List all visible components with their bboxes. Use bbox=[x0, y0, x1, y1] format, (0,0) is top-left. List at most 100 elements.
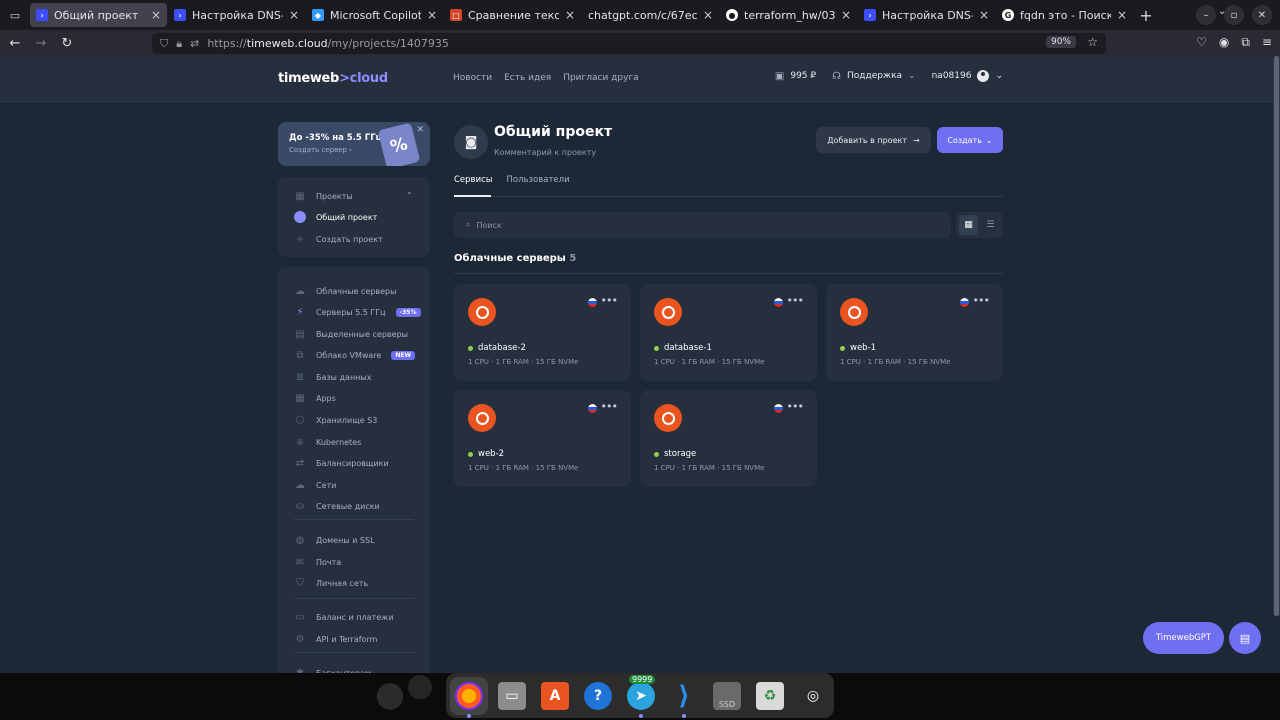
add-to-project-button[interactable]: Добавить в проект → bbox=[816, 127, 931, 153]
sidebar-item[interactable]: ⛉ Личная сеть bbox=[294, 577, 368, 589]
pocket-icon[interactable]: ♡ bbox=[1196, 35, 1207, 50]
browser-tab[interactable]: › Настройка DNS-записе × bbox=[168, 3, 305, 27]
grid-view-icon[interactable]: ▦ bbox=[959, 215, 978, 235]
server-card[interactable]: ••• web-1 1 CPU · 1 ГБ RAM · 15 ГБ NVMe bbox=[826, 284, 1003, 381]
list-view-icon[interactable]: ☰ bbox=[981, 215, 1000, 235]
search-input[interactable]: ⌕ Поиск bbox=[454, 212, 951, 238]
support-dropdown[interactable]: ☊ Поддержка ⌄ bbox=[832, 71, 915, 82]
telegram-icon[interactable]: ➤ 9999 bbox=[622, 674, 660, 718]
more-options-icon[interactable]: ••• bbox=[787, 294, 804, 307]
new-tab-button[interactable]: + bbox=[1134, 6, 1158, 25]
timeweb-logo[interactable]: timeweb>cloud bbox=[278, 71, 388, 86]
files-icon[interactable]: ▭ bbox=[493, 677, 531, 715]
ubuntu-icon[interactable]: ◎ bbox=[794, 677, 832, 715]
browser-tab[interactable]: Gfqdn это - Поиск в Goo × bbox=[996, 3, 1133, 27]
close-tab-icon[interactable]: × bbox=[1117, 8, 1127, 22]
sidebar-item[interactable]: ⬡ Хранилище S3 bbox=[294, 414, 378, 426]
back-icon[interactable]: ← bbox=[2, 36, 28, 51]
header-nav-link[interactable]: Новости bbox=[453, 73, 492, 83]
close-tab-icon[interactable]: × bbox=[841, 8, 851, 22]
trash-icon[interactable]: ♻ bbox=[751, 677, 789, 715]
tab-users[interactable]: Пользователи bbox=[506, 175, 569, 185]
account-icon[interactable]: ◉ bbox=[1219, 35, 1229, 50]
help-icon[interactable]: ? bbox=[579, 677, 617, 715]
project-item-current[interactable]: Общий проект bbox=[294, 211, 377, 223]
promo-link[interactable]: Создать сервер › bbox=[289, 146, 352, 154]
close-tab-icon[interactable]: × bbox=[427, 8, 437, 22]
maximize-button[interactable]: ▫ bbox=[1224, 5, 1244, 25]
sidebar-item[interactable]: ☁ Облачные серверы bbox=[294, 285, 396, 297]
extensions-icon[interactable]: ⧉ bbox=[1241, 35, 1250, 50]
close-tab-icon[interactable]: × bbox=[703, 8, 713, 22]
project-comment[interactable]: Комментарий к проекту bbox=[494, 148, 596, 157]
sidebar-item[interactable]: ◍ Домены и SSL bbox=[294, 534, 375, 546]
close-promo-icon[interactable]: ✕ bbox=[416, 125, 424, 135]
header-nav-link[interactable]: Есть идея bbox=[504, 73, 551, 83]
browser-tab[interactable]: chatgpt.com/c/67ec69a8- × bbox=[582, 3, 719, 27]
close-tab-icon[interactable]: × bbox=[979, 8, 989, 22]
create-button[interactable]: Создать ⌄ bbox=[937, 127, 1003, 153]
more-options-icon[interactable]: ••• bbox=[601, 294, 618, 307]
camera-icon[interactable]: ◙ bbox=[454, 125, 488, 159]
scrollbar-thumb[interactable] bbox=[1274, 56, 1279, 616]
user-menu[interactable]: na08196 ⌄ bbox=[932, 70, 1003, 82]
balance-link[interactable]: ▣ 995 ₽ bbox=[775, 71, 816, 82]
sidebar-item[interactable]: ⎈ Kubernetes bbox=[294, 436, 361, 448]
ssd-icon[interactable]: SSD bbox=[708, 677, 746, 715]
permissions-icon[interactable]: ⇄ bbox=[190, 37, 199, 50]
minimize-button[interactable]: – bbox=[1196, 5, 1216, 25]
sidebar-item[interactable]: ⛀ Сетевые диски bbox=[294, 500, 380, 512]
lock-icon[interactable]: 🔒︎ bbox=[176, 37, 182, 51]
server-card[interactable]: ••• database-1 1 CPU · 1 ГБ RAM · 15 ГБ NV… bbox=[640, 284, 817, 381]
reload-icon[interactable]: ↻ bbox=[54, 36, 80, 51]
sidebar-item[interactable]: ⚡ Серверы 5.5 ГГц -35% bbox=[294, 306, 421, 318]
more-options-icon[interactable]: ••• bbox=[787, 400, 804, 413]
sidebar-item[interactable]: ▤ Выделенные серверы bbox=[294, 328, 408, 340]
create-project-link[interactable]: + Создать проект bbox=[294, 233, 383, 245]
sidebar-item[interactable]: ✉ Почта bbox=[294, 556, 341, 568]
sidebar-item[interactable]: ▭ Баланс и платежи bbox=[294, 611, 393, 623]
appstore-icon[interactable]: A bbox=[536, 677, 574, 715]
projects-toggle[interactable]: ▦ Проекты bbox=[294, 190, 352, 202]
browser-tab[interactable]: › Настройка DNS-запис × bbox=[858, 3, 995, 27]
timewebgpt-button[interactable]: TimewebGPT bbox=[1143, 622, 1224, 654]
firefox-icon[interactable] bbox=[450, 676, 488, 718]
running-indicator bbox=[639, 713, 643, 718]
header-nav-link[interactable]: Пригласи друга bbox=[563, 73, 639, 83]
tab-services[interactable]: Сервисы bbox=[454, 175, 492, 185]
vscode-icon[interactable]: ⟩ bbox=[665, 677, 703, 718]
close-window-button[interactable]: ✕ bbox=[1252, 5, 1272, 25]
sidebar-item[interactable]: ☁ Сети bbox=[294, 479, 336, 491]
bookmark-star-icon[interactable]: ☆ bbox=[1087, 35, 1098, 49]
close-tab-icon[interactable]: × bbox=[151, 8, 161, 22]
address-bar[interactable]: ⛉ 🔒︎ ⇄ https://timeweb.cloud/my/projects… bbox=[152, 33, 1106, 54]
zoom-indicator[interactable]: 90% bbox=[1045, 36, 1076, 48]
server-card[interactable]: ••• web-2 1 CPU · 1 ГБ RAM · 15 ГБ NVMe bbox=[454, 390, 631, 487]
browser-tab[interactable]: › Общий проект × bbox=[30, 3, 167, 27]
sidebar-item[interactable]: ≣ Базы данных bbox=[294, 371, 372, 383]
sidebar-item[interactable]: ⇄ Балансировщики bbox=[294, 457, 389, 469]
page-scrollbar[interactable] bbox=[1273, 56, 1280, 616]
tab-title: Общий проект bbox=[54, 8, 139, 22]
sidebar-item[interactable]: ▦ Apps bbox=[294, 392, 336, 404]
server-card[interactable]: ••• database-2 1 CPU · 1 ГБ RAM · 15 ГБ NV… bbox=[454, 284, 631, 381]
forward-icon[interactable]: → bbox=[28, 36, 54, 51]
more-options-icon[interactable]: ••• bbox=[601, 400, 618, 413]
close-tab-icon[interactable]: × bbox=[289, 8, 299, 22]
shield-icon[interactable]: ⛉ bbox=[160, 37, 168, 51]
sidebar-item[interactable]: ⚙ API и Terraform bbox=[294, 633, 378, 645]
browser-tab[interactable]: □ Сравнение текстов он × bbox=[444, 3, 581, 27]
chevron-down-icon: ⌄ bbox=[995, 71, 1003, 81]
browser-tab[interactable]: ● terraform_hw/03/hw-0 × bbox=[720, 3, 857, 27]
chevron-up-icon[interactable]: ⌃ bbox=[406, 191, 413, 200]
server-card[interactable]: ••• storage 1 CPU · 1 ГБ RAM · 15 ГБ NVMe bbox=[640, 390, 817, 487]
menu-icon[interactable]: ≡ bbox=[1262, 35, 1272, 50]
chat-icon[interactable]: ▤ bbox=[1229, 622, 1261, 654]
browser-tab[interactable]: ◆ Microsoft Copilot: ваш × bbox=[306, 3, 443, 27]
more-options-icon[interactable]: ••• bbox=[973, 294, 990, 307]
close-tab-icon[interactable]: × bbox=[565, 8, 575, 22]
tab-list-icon[interactable]: ▭ bbox=[0, 0, 30, 30]
sidebar-item[interactable]: ⧉ Облако VMware NEW bbox=[294, 349, 416, 361]
promo-banner[interactable]: До -35% на 5.5 ГГц Создать сервер › % ✕ bbox=[278, 122, 430, 166]
server-name: database-1 bbox=[654, 343, 712, 353]
